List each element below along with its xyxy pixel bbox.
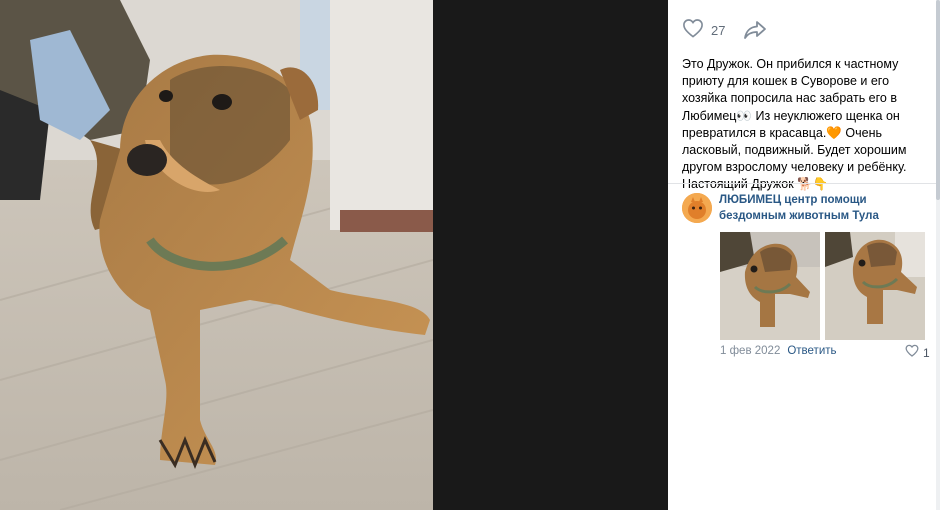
reply-link[interactable]: Ответить	[787, 345, 836, 357]
comment-photos	[720, 232, 925, 340]
post-photo-dog[interactable]	[0, 0, 433, 510]
heart-outline-icon	[905, 344, 919, 362]
share-arrow-icon	[743, 21, 767, 45]
comment-author-link[interactable]: ЛЮБИМЕЦ центр помощи бездомным животным …	[719, 192, 919, 224]
post-side-panel: 27 Это Дружок. Он прибился к частному пр…	[668, 0, 940, 510]
post-actions: 27	[682, 18, 767, 42]
comment-like-count: 1	[923, 346, 930, 360]
comment-like-button[interactable]: 1	[905, 344, 930, 362]
scrollbar-thumb[interactable]	[936, 0, 940, 200]
like-button[interactable]: 27	[682, 18, 725, 43]
comment-photo-2[interactable]	[825, 232, 925, 340]
post-text: Это Дружок. Он прибился к частному приют…	[682, 57, 907, 192]
share-button[interactable]	[743, 19, 767, 41]
comment-meta: 1 фев 2022 Ответить	[720, 345, 837, 357]
like-count: 27	[711, 22, 726, 38]
heart-outline-icon	[682, 18, 704, 43]
comment-date: 1 фев 2022	[720, 345, 781, 357]
comment-photo-1[interactable]	[720, 232, 820, 340]
divider	[668, 183, 940, 184]
photo-viewer	[0, 0, 668, 510]
scrollbar[interactable]	[936, 0, 940, 510]
avatar[interactable]	[682, 193, 712, 223]
